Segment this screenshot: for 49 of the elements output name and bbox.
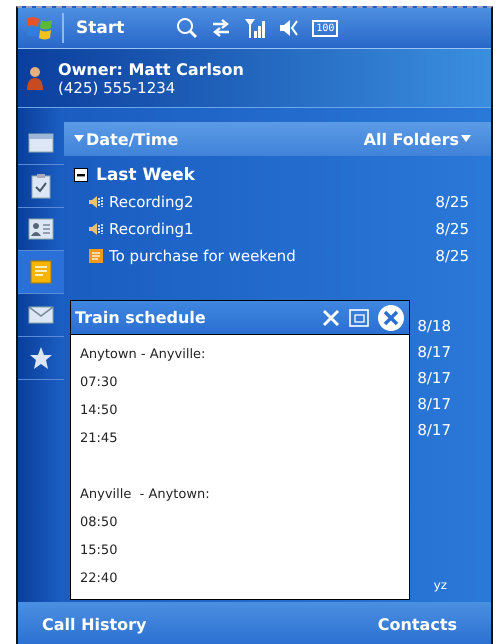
- owner-name: Owner: Matt Carlson: [58, 60, 244, 78]
- item-name[interactable]: Recording1: [109, 220, 430, 238]
- speaker-icon[interactable]: [278, 18, 300, 38]
- item-date: 8/25: [435, 220, 469, 238]
- calendar-icon[interactable]: [28, 132, 54, 154]
- caret-icon: [461, 135, 471, 143]
- softkey[interactable]: Contacts: [372, 614, 463, 634]
- departure-time: 21:45: [80, 430, 118, 448]
- item-date: 8/17: [417, 342, 451, 363]
- battery-icon[interactable]: 100: [312, 20, 338, 36]
- departure-time: 22:40: [80, 570, 118, 588]
- speaker-icon: [88, 194, 104, 208]
- departure-time: 15:50: [80, 542, 118, 560]
- item-date: 8/17: [417, 368, 451, 389]
- departure-time: 14:50: [80, 402, 118, 420]
- route-heading: Anytown - Anyville:: [80, 346, 206, 364]
- search-icon[interactable]: [176, 17, 198, 39]
- item-name[interactable]: Recording2: [109, 192, 430, 210]
- note-icon: [88, 248, 104, 264]
- alphabet-bar[interactable]: yz: [434, 578, 447, 592]
- caret-icon: [74, 135, 84, 143]
- item-date: 8/25: [435, 192, 469, 210]
- popup-title: Train schedule: [75, 308, 207, 327]
- clipboard-check-icon[interactable]: [30, 173, 52, 199]
- departure-time: 08:50: [80, 514, 118, 532]
- item-date: 8/18: [417, 316, 451, 337]
- item-date: 8/17: [417, 394, 451, 415]
- item-date: 8/17: [417, 420, 451, 441]
- windows-logo-icon[interactable]: [26, 14, 54, 42]
- star-icon[interactable]: [29, 346, 53, 370]
- close-icon[interactable]: [377, 304, 405, 332]
- person-icon: [26, 66, 44, 90]
- start-button[interactable]: Start: [72, 18, 128, 38]
- item-name[interactable]: To purchase for weekend: [109, 246, 430, 264]
- sort-dropdown[interactable]: Date/Time: [68, 128, 184, 150]
- collapse-toggle[interactable]: [74, 168, 88, 182]
- owner-phone: (425) 555-1234: [58, 78, 176, 96]
- envelope-icon[interactable]: [28, 306, 54, 324]
- folder-dropdown[interactable]: All Folders: [358, 128, 477, 150]
- group-heading: Last Week: [96, 165, 195, 185]
- route-heading: Anyville - Anytown:: [80, 486, 211, 504]
- contact-card-icon[interactable]: [28, 217, 54, 241]
- softkey[interactable]: Call History: [36, 614, 152, 634]
- departure-time: 07:30: [80, 374, 118, 392]
- signal-icon[interactable]: [244, 17, 266, 39]
- speaker-icon: [88, 222, 104, 236]
- note-icon[interactable]: [29, 259, 53, 285]
- close-icon[interactable]: [321, 308, 341, 328]
- item-date: 8/25: [435, 246, 469, 264]
